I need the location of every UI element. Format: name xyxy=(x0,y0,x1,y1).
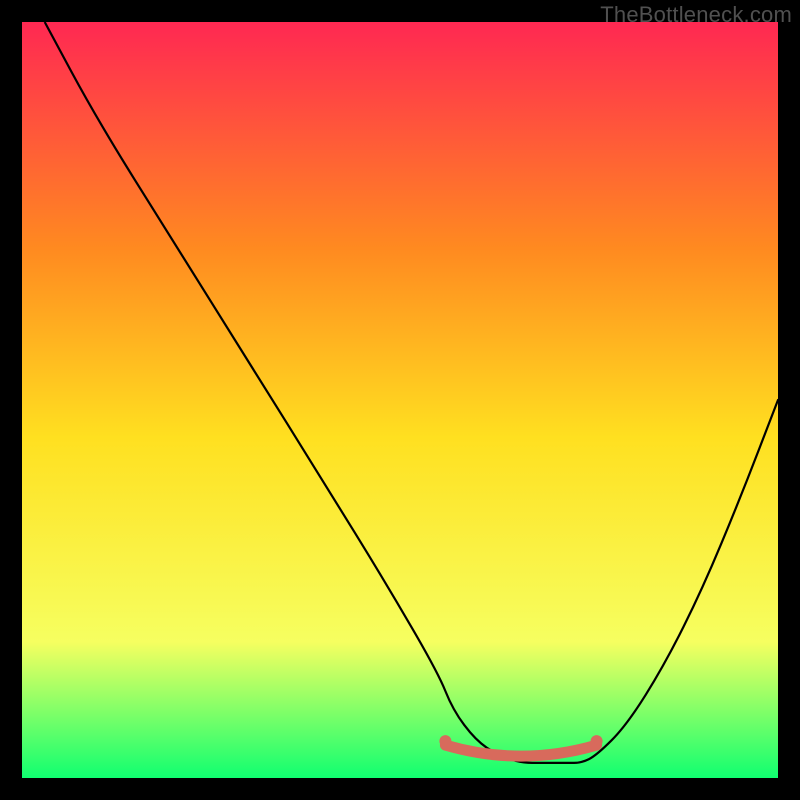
highlight-dot-left xyxy=(439,735,451,747)
chart-frame xyxy=(22,22,778,778)
watermark-text: TheBottleneck.com xyxy=(600,2,792,28)
highlight-dot-right xyxy=(591,735,603,747)
bottleneck-chart xyxy=(22,22,778,778)
